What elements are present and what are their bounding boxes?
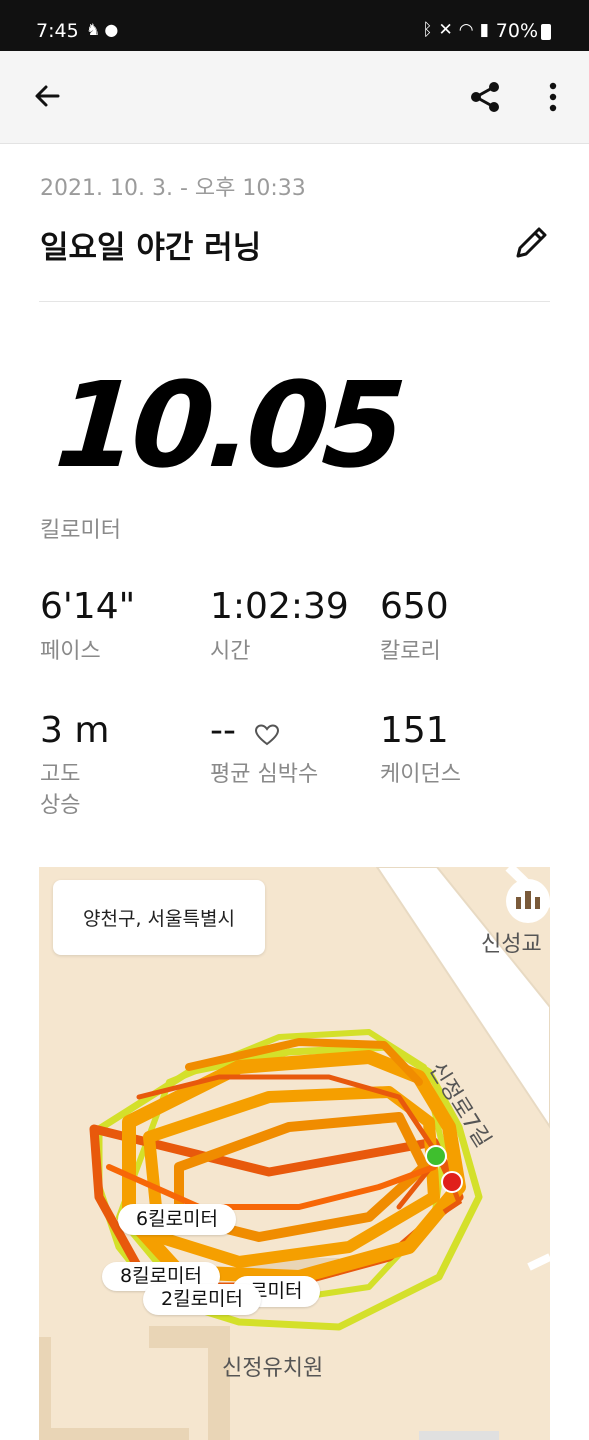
end-marker bbox=[441, 1171, 463, 1193]
pace-label: 페이스 bbox=[40, 639, 101, 664]
signal-icon: ▮ bbox=[479, 20, 495, 40]
system-icons: ᛒ✕◠▮ bbox=[422, 20, 495, 40]
elevation-label-line2: 상승 bbox=[40, 793, 81, 818]
pencil-icon[interactable] bbox=[510, 222, 552, 264]
heart-icon bbox=[254, 722, 280, 748]
notification-icons: ♞● bbox=[86, 20, 122, 39]
status-time: 7:45 bbox=[36, 20, 79, 42]
battery-percent: 70% bbox=[495, 20, 538, 42]
status-bar: 7:45 ♞● ᛒ✕◠▮ 70% bbox=[0, 0, 589, 51]
elevation-label: 고도 상승 bbox=[40, 759, 80, 821]
cadence-label: 케이던스 bbox=[380, 762, 461, 787]
share-icon[interactable] bbox=[464, 76, 506, 118]
place-label-sinseong: 신성교 bbox=[481, 932, 542, 957]
more-vertical-icon[interactable] bbox=[534, 76, 572, 118]
location-chip: 양천구, 서울특별시 bbox=[53, 880, 265, 955]
chat-bubble-icon: ● bbox=[104, 20, 123, 39]
elevation-value: 3 m bbox=[40, 710, 110, 751]
distance-unit: 킬로미터 bbox=[40, 518, 121, 543]
heart-rate-value: -- bbox=[210, 710, 236, 751]
place-label-kindergarten: 신정유치원 bbox=[222, 1356, 324, 1381]
cadence-value: 151 bbox=[380, 710, 449, 751]
heart-rate-label: 평균 심박수 bbox=[210, 762, 319, 787]
bluetooth-icon: ᛒ bbox=[422, 20, 439, 40]
calories-value: 650 bbox=[380, 586, 449, 627]
pace-value: 6'14" bbox=[40, 586, 136, 627]
km-marker-2: 2킬로미터 bbox=[143, 1284, 262, 1315]
time-label: 시간 bbox=[210, 639, 251, 664]
app-bar bbox=[0, 51, 589, 144]
time-value: 1:02:39 bbox=[210, 586, 349, 627]
header-divider bbox=[39, 301, 550, 302]
notification-icon: ♞ bbox=[86, 20, 105, 39]
wifi-icon: ◠ bbox=[458, 20, 480, 40]
calories-label: 칼로리 bbox=[380, 639, 441, 664]
start-marker bbox=[425, 1145, 447, 1167]
activity-date: 2021. 10. 3. - 오후 10:33 bbox=[40, 176, 306, 201]
distance-value: 10.05 bbox=[51, 356, 405, 494]
back-arrow-icon[interactable] bbox=[26, 75, 68, 117]
activity-title: 일요일 야간 러닝 bbox=[40, 230, 262, 266]
mute-icon: ✕ bbox=[438, 20, 459, 40]
elevation-label-line1: 고도 bbox=[40, 762, 81, 787]
battery-icon bbox=[541, 24, 551, 40]
km-marker-6: 6킬로미터 bbox=[118, 1204, 237, 1235]
